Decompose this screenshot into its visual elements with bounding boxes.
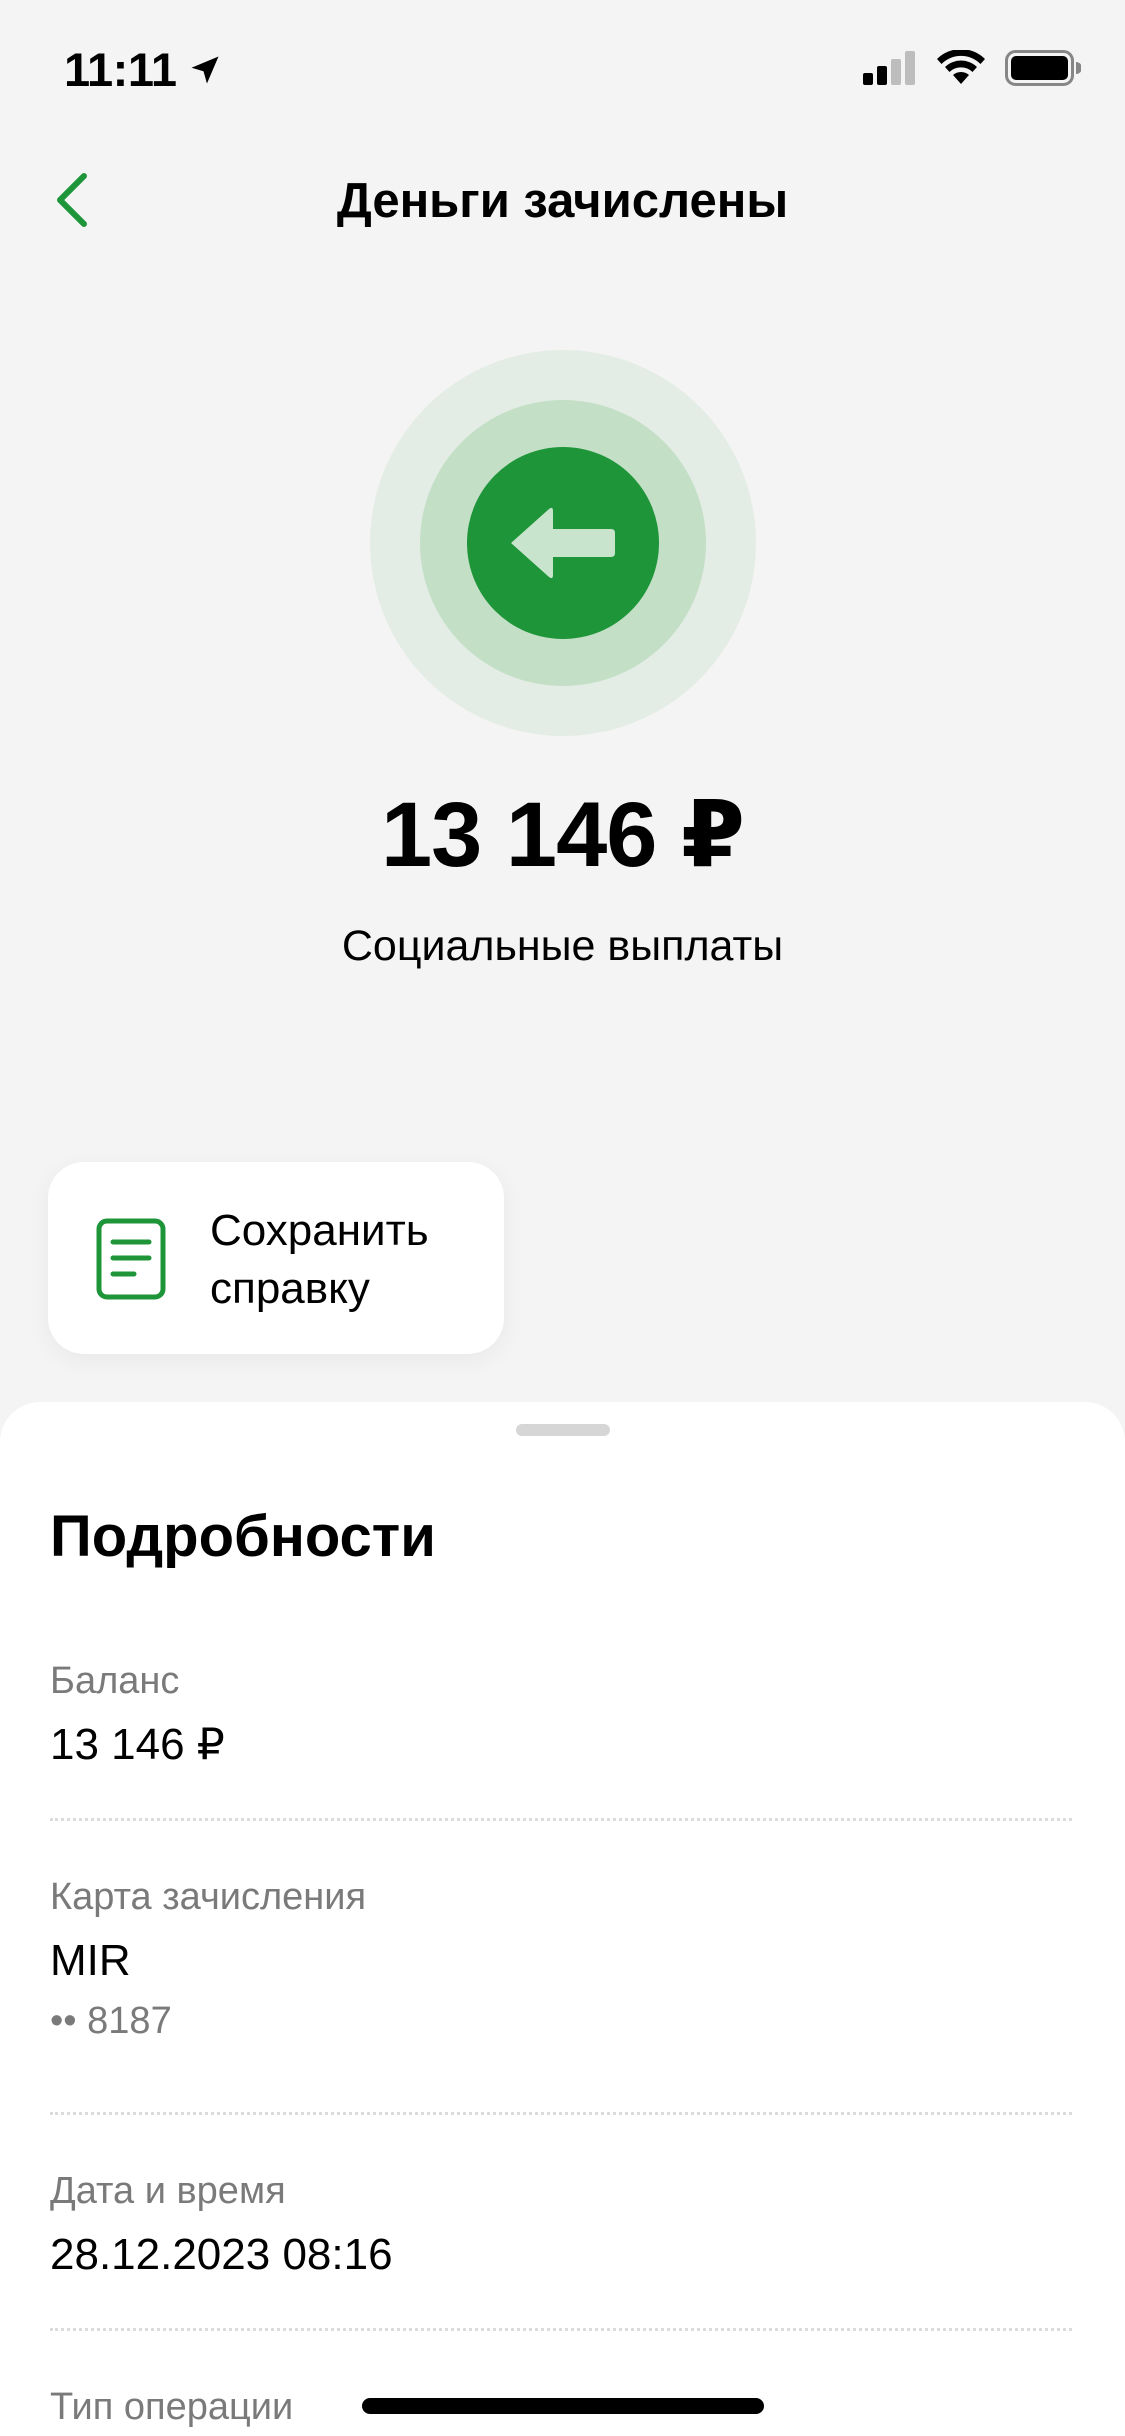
datetime-label: Дата и время <box>50 2170 286 2212</box>
status-time-group: 11:11 <box>64 42 223 98</box>
location-arrow-icon <box>191 56 219 84</box>
status-indicators <box>863 50 1081 86</box>
sheet-drag-handle[interactable] <box>516 1424 610 1436</box>
balance-label: Баланс <box>50 1660 180 1702</box>
detail-balance: Баланс 13 146 ₽ <box>50 1658 1072 1772</box>
card-number: •• 8187 <box>50 2000 172 2042</box>
card-value: MIR <box>50 1936 131 1985</box>
status-bar: 11:11 <box>0 0 1125 140</box>
hero-ring-inner <box>467 447 659 639</box>
arrow-left-icon <box>511 507 615 579</box>
document-icon <box>96 1218 166 1300</box>
save-receipt-button[interactable]: Сохранить справку <box>48 1162 504 1354</box>
balance-value: 13 146 ₽ <box>50 1720 225 1769</box>
card-label: Карта зачисления <box>50 1876 367 1918</box>
save-receipt-label: Сохранить справку <box>210 1206 429 1313</box>
screen: 11:11 Деньги зачислены 13 146 ₽ Социальн… <box>0 0 1125 2436</box>
divider <box>50 2328 1072 2331</box>
divider <box>50 1818 1072 1821</box>
header: Деньги зачислены <box>0 150 1125 250</box>
cellular-signal-icon <box>863 51 915 85</box>
datetime-value: 28.12.2023 08:16 <box>50 2230 393 2279</box>
amount: 13 146 ₽ <box>381 784 745 886</box>
detail-card: Карта зачисления MIR •• 8187 <box>50 1874 1072 2044</box>
page-title: Деньги зачислены <box>336 174 789 228</box>
home-indicator[interactable] <box>362 2398 764 2414</box>
status-time: 11:11 <box>64 43 177 96</box>
details-title: Подробности <box>50 1504 436 1569</box>
battery-icon <box>1005 50 1081 86</box>
hero-status-icon <box>370 350 756 736</box>
details-sheet[interactable]: Подробности Баланс 13 146 ₽ Карта зачисл… <box>0 1402 1125 2436</box>
wifi-icon <box>937 50 985 84</box>
payment-category: Социальные выплаты <box>341 922 784 970</box>
detail-datetime: Дата и время 28.12.2023 08:16 <box>50 2168 1072 2282</box>
divider <box>50 2112 1072 2115</box>
